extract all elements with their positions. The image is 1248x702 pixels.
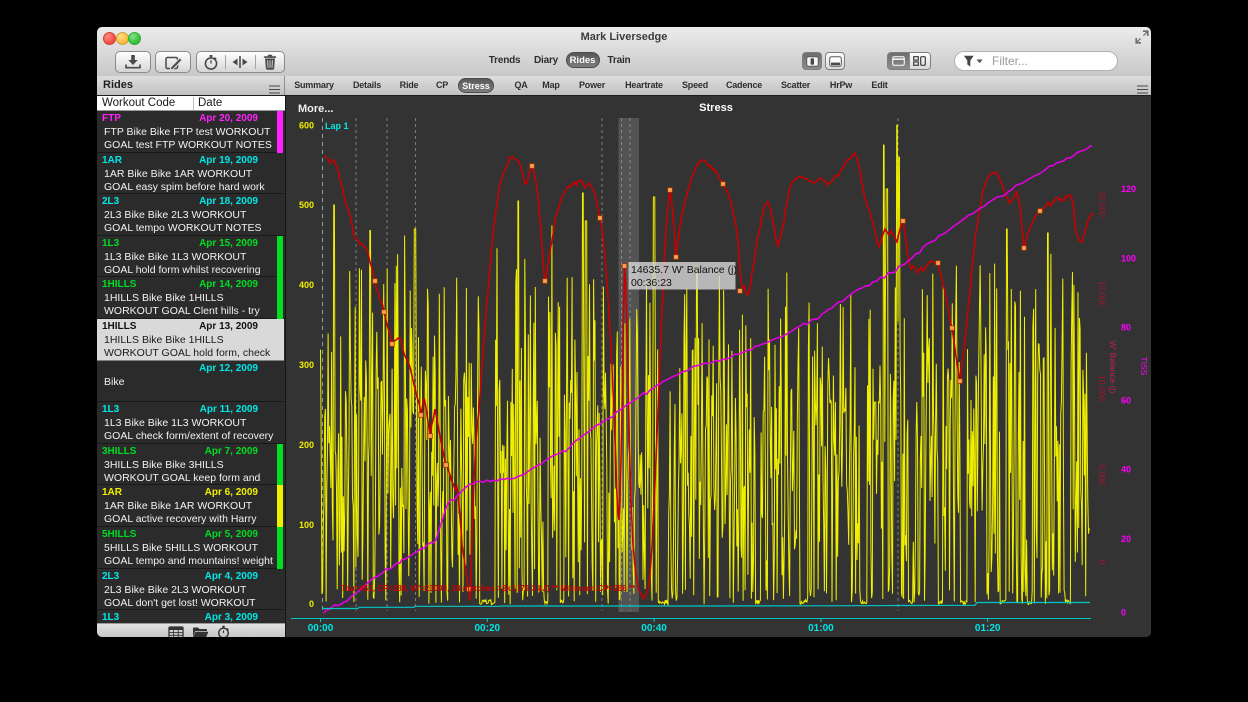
svg-text:01:20: 01:20 xyxy=(975,623,1001,634)
svg-text:00:36:23: 00:36:23 xyxy=(631,277,672,289)
svg-text:Watts: Watts xyxy=(286,353,288,374)
svg-text:20,000: 20,000 xyxy=(1097,191,1107,217)
svg-text:01:00: 01:00 xyxy=(808,623,834,634)
svg-text:40: 40 xyxy=(1121,465,1131,475)
svg-text:80: 80 xyxy=(1121,323,1131,333)
svg-text:14635.7 W' Balance (j): 14635.7 W' Balance (j) xyxy=(631,264,737,276)
svg-text:20: 20 xyxy=(1121,534,1131,544)
svg-text:5,000: 5,000 xyxy=(1097,464,1107,486)
svg-text:0: 0 xyxy=(1121,608,1126,618)
svg-text:0: 0 xyxy=(309,599,314,609)
svg-text:10,000: 10,000 xyxy=(1097,375,1107,401)
svg-text:W' Balance (j): W' Balance (j) xyxy=(1108,341,1118,394)
svg-text:Lap 1: Lap 1 xyxy=(325,121,349,131)
svg-text:Tau=451, CP=280, W'=23000, 18: Tau=451, CP=280, W'=23000, 18 matches >2… xyxy=(341,584,636,593)
svg-text:400: 400 xyxy=(299,280,314,290)
svg-text:00:20: 00:20 xyxy=(475,623,501,634)
svg-text:TISS: TISS xyxy=(1139,357,1149,376)
svg-text:500: 500 xyxy=(299,200,314,210)
svg-text:00:40: 00:40 xyxy=(641,623,667,634)
svg-text:00:00: 00:00 xyxy=(308,623,334,634)
svg-text:600: 600 xyxy=(299,120,314,130)
svg-text:100: 100 xyxy=(299,520,314,530)
svg-text:100: 100 xyxy=(1121,254,1136,264)
svg-text:Stress: Stress xyxy=(699,102,733,114)
svg-text:300: 300 xyxy=(299,360,314,370)
svg-text:60: 60 xyxy=(1121,396,1131,406)
svg-text:15,000: 15,000 xyxy=(1097,281,1107,307)
svg-text:120: 120 xyxy=(1121,184,1136,194)
svg-text:0: 0 xyxy=(1097,560,1107,565)
svg-text:More...: More... xyxy=(298,103,333,115)
svg-text:200: 200 xyxy=(299,440,314,450)
